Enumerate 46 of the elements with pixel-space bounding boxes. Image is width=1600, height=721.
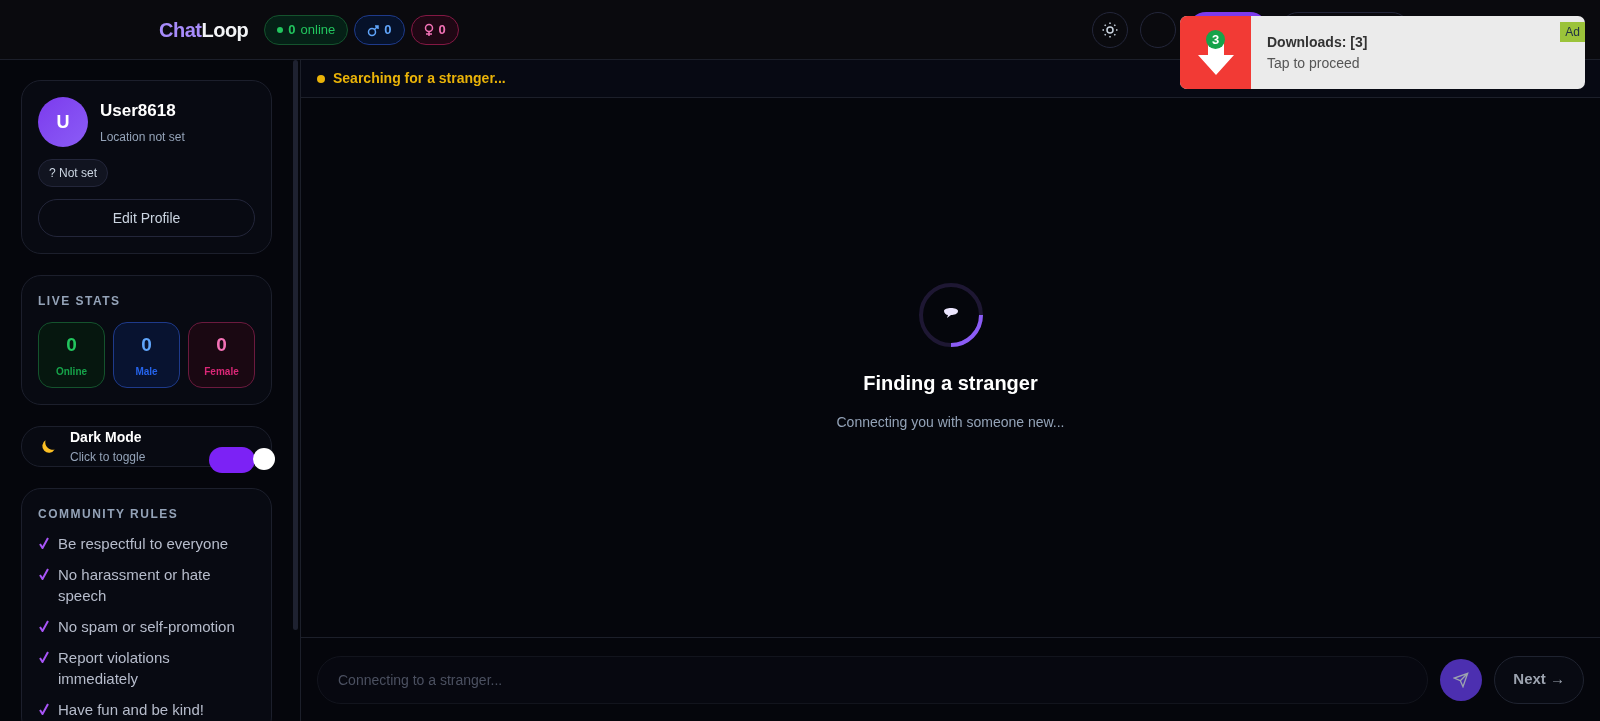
rule-text: Report violations immediately bbox=[58, 648, 171, 689]
user-name: User8618 bbox=[100, 100, 177, 123]
counter-value: 0 bbox=[438, 20, 446, 39]
check-icon bbox=[38, 703, 50, 715]
user-location: Location not set bbox=[100, 128, 185, 146]
ad-title: Downloads: [3] bbox=[1267, 32, 1368, 52]
next-button[interactable]: Next → bbox=[1494, 655, 1584, 704]
logo[interactable]: ChatLoop bbox=[159, 14, 249, 45]
gender-tag: ? Not set bbox=[38, 159, 109, 187]
dark-mode-hint: Click to toggle bbox=[70, 449, 146, 466]
stat-label: Online bbox=[55, 364, 88, 379]
stat-value: 0 bbox=[141, 333, 152, 358]
section-title: COMMUNITY RULES bbox=[38, 506, 180, 523]
send-icon bbox=[1453, 671, 1470, 688]
search-title: Finding a stranger bbox=[863, 371, 1038, 396]
search-subtitle: Connecting you with someone new... bbox=[836, 413, 1065, 432]
avatar: U bbox=[38, 97, 88, 147]
stat-value: 0 bbox=[66, 333, 77, 358]
ad-subtitle: Tap to proceed bbox=[1267, 53, 1361, 73]
male-icon bbox=[367, 22, 380, 37]
section-title: LIVE STATS bbox=[38, 293, 122, 310]
check-icon bbox=[38, 568, 50, 580]
dark-mode-toggle[interactable] bbox=[209, 447, 275, 473]
check-icon bbox=[38, 537, 50, 549]
loading-spinner bbox=[917, 282, 984, 348]
rule-text: Have fun and be kind! bbox=[58, 700, 205, 720]
counter-value: 0 bbox=[384, 20, 392, 39]
counter-value: 0 bbox=[288, 20, 296, 39]
stat-label: Male bbox=[135, 364, 158, 379]
stat-value: 0 bbox=[216, 333, 227, 358]
ad-tag: Ad bbox=[1560, 22, 1585, 42]
rule-text: Be respectful to everyone bbox=[58, 534, 230, 554]
female-icon bbox=[423, 22, 434, 37]
check-icon bbox=[38, 651, 50, 663]
message-field[interactable]: Connecting to a stranger... bbox=[317, 655, 1429, 704]
send-button[interactable] bbox=[1440, 658, 1483, 701]
rule-text: No harassment or hate speech bbox=[58, 565, 212, 606]
stat-label: Female bbox=[204, 364, 239, 379]
counter-label: online bbox=[300, 20, 336, 39]
rule-text: No spam or self-promotion bbox=[58, 617, 236, 637]
ad-notification[interactable]: 3 Downloads: [3] Tap to proceed Ad bbox=[1180, 16, 1585, 89]
dark-mode-label: Dark Mode bbox=[70, 428, 143, 447]
sun-icon bbox=[1101, 20, 1119, 39]
count-badge: 3 bbox=[1206, 30, 1225, 49]
check-icon bbox=[38, 620, 50, 632]
status-text: Searching for a stranger... bbox=[333, 69, 506, 88]
